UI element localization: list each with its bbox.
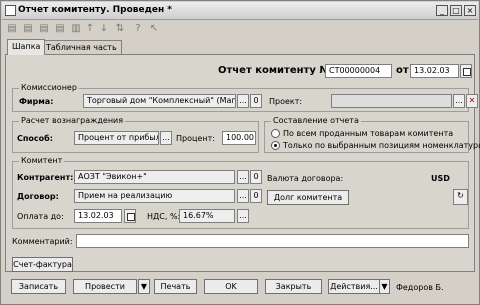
debt-button[interactable]: Долг комитента	[267, 190, 349, 205]
close-button[interactable]: ×	[464, 5, 476, 16]
invoice-button[interactable]: Счет-фактура	[12, 257, 73, 272]
contractor-clear-button[interactable]: 0	[250, 170, 262, 184]
radio-selected-items[interactable]	[271, 141, 280, 150]
document-icon	[5, 5, 16, 16]
report-title: Составление отчета	[271, 116, 361, 125]
consignor-group: Комитент Контрагент: АОЗТ "Эвикон+" ... …	[12, 156, 469, 229]
write-button[interactable]: Записать	[11, 279, 66, 294]
contract-select-button[interactable]: ...	[237, 189, 249, 203]
header-panel: Отчет комитенту № СТ00000004 от 13.02.03…	[5, 54, 480, 272]
tab-table-part[interactable]: Табличная часть	[41, 40, 122, 55]
arrow-up-icon[interactable]: ↑	[84, 23, 96, 35]
project-clear-button[interactable]: ✕	[466, 94, 478, 108]
row-copy-icon[interactable]: ▤	[22, 23, 34, 35]
insert-icon[interactable]: ▥	[70, 23, 82, 35]
contract-field[interactable]: Прием на реализацию	[74, 189, 235, 203]
contractor-field[interactable]: АОЗТ "Эвикон+"	[74, 170, 235, 184]
calendar-icon[interactable]	[460, 64, 472, 78]
document-window: Отчет комитенту. Проведен * _ □ × ▤ ▤ ▤ …	[0, 0, 480, 305]
actions-dropdown-button[interactable]: ▼	[379, 279, 390, 294]
currency-label: Валюта договора:	[267, 174, 344, 183]
actions-button[interactable]: Действия...	[328, 279, 380, 294]
contractor-select-button[interactable]: ...	[237, 170, 249, 184]
report-group: Составление отчета По всем проданным тов…	[264, 116, 480, 153]
currency-value: USD	[431, 174, 450, 183]
reward-group: Расчет вознаграждения Способ: Процент от…	[12, 116, 259, 153]
consignor-title: Комитент	[19, 156, 65, 165]
percent-label: Процент:	[176, 134, 215, 143]
window-title: Отчет комитенту. Проведен *	[18, 5, 173, 15]
reward-title: Расчет вознаграждения	[19, 116, 126, 125]
post-dropdown-button[interactable]: ▼	[138, 279, 150, 294]
contract-label: Договор:	[17, 192, 59, 201]
print-button[interactable]: Печать	[154, 279, 197, 294]
payment-calendar-icon[interactable]	[124, 209, 136, 223]
maximize-button[interactable]: □	[450, 5, 462, 16]
tab-header[interactable]: Шапка	[7, 39, 46, 55]
user-name: Федоров Б.	[396, 283, 444, 292]
row-edit-icon[interactable]: ▤	[38, 23, 50, 35]
date-from-label: от	[396, 65, 409, 76]
payment-date-field[interactable]: 13.02.03	[74, 209, 122, 223]
radio-all-goods[interactable]	[271, 129, 280, 138]
minimize-button[interactable]: _	[436, 5, 448, 16]
refresh-icon[interactable]: ↻	[453, 189, 468, 205]
pointer-icon[interactable]: ↖	[148, 23, 160, 35]
row-add-icon[interactable]: ▤	[6, 23, 18, 35]
project-select-button[interactable]: ...	[453, 94, 465, 108]
arrow-down-icon[interactable]: ↓	[98, 23, 110, 35]
firm-field[interactable]: Торговый дом "Комплексный" (Магаз	[83, 94, 236, 108]
contractor-label: Контрагент:	[17, 173, 74, 182]
option-all-label[interactable]: По всем проданным товарам комитента	[283, 129, 453, 138]
comment-label: Комментарий:	[12, 237, 73, 246]
firm-select-button[interactable]: ...	[237, 94, 249, 108]
close-form-button[interactable]: Закрыть	[265, 279, 322, 294]
method-label: Способ:	[17, 134, 53, 143]
vat-select-button[interactable]: ...	[237, 209, 249, 223]
method-select-button[interactable]: ...	[160, 131, 172, 145]
project-field[interactable]	[331, 94, 452, 108]
comment-field[interactable]	[76, 234, 469, 248]
method-field[interactable]: Процент от прибыли	[74, 131, 159, 145]
help-icon[interactable]: ?	[132, 23, 144, 35]
vat-field[interactable]: 16.67%	[179, 209, 235, 223]
option-selected-label[interactable]: Только по выбранным позициям номенклатур…	[283, 141, 480, 150]
percent-field[interactable]: 100.00	[222, 131, 256, 145]
doc-number-label: Отчет комитенту №	[218, 65, 332, 76]
vat-label: НДС, %:	[147, 212, 181, 221]
post-button[interactable]: Провести	[73, 279, 137, 294]
commissioner-title: Комиссионер	[19, 83, 79, 92]
firm-label: Фирма:	[19, 97, 54, 106]
payment-label: Оплата до:	[17, 212, 64, 221]
firm-clear-button[interactable]: 0	[250, 94, 262, 108]
doc-number-field[interactable]: СТ00000004	[325, 64, 392, 78]
contract-clear-button[interactable]: 0	[250, 189, 262, 203]
toolbar: ▤ ▤ ▤ ▤ ▥ ↑ ↓ ⇅ ? ↖	[2, 21, 478, 38]
doc-date-field[interactable]: 13.02.03	[410, 64, 459, 78]
ok-button[interactable]: OK	[204, 279, 258, 294]
row-delete-icon[interactable]: ▤	[54, 23, 66, 35]
commissioner-group: Комиссионер Фирма: Торговый дом "Комплек…	[12, 83, 478, 112]
title-bar: Отчет комитенту. Проведен * _ □ ×	[2, 2, 478, 20]
sort-icon[interactable]: ⇅	[114, 23, 126, 35]
project-label: Проект:	[269, 97, 303, 106]
